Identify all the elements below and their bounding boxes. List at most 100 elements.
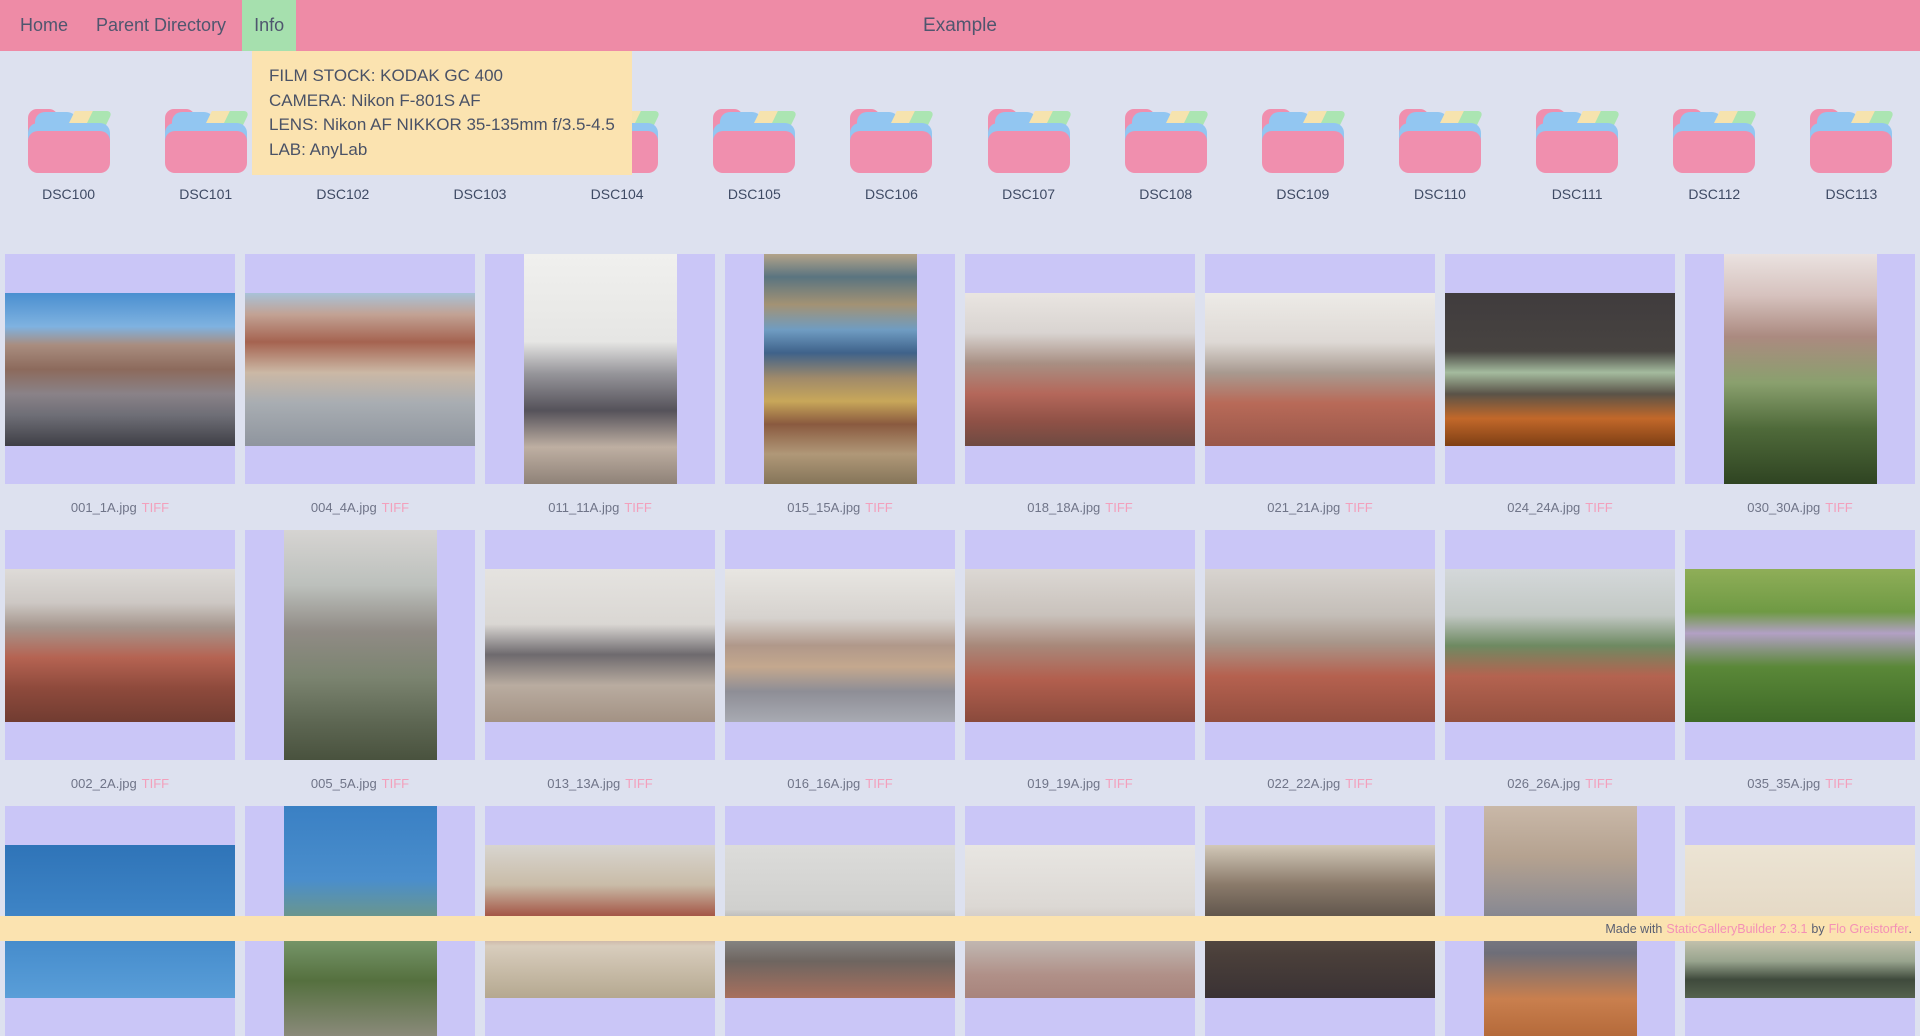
folder-item[interactable]: DSC110: [1371, 109, 1508, 202]
photo-thumbnail[interactable]: [1205, 569, 1435, 722]
tiff-link[interactable]: TIFF: [1825, 500, 1852, 515]
photo-thumbnail[interactable]: [1445, 293, 1675, 446]
gallery-item: 004_4A.jpgTIFF: [245, 254, 475, 530]
photo-caption: 030_30A.jpg TIFF: [1685, 484, 1915, 530]
photo-thumbnail[interactable]: [1685, 569, 1915, 722]
gallery-item: 013_13A.jpgTIFF: [485, 530, 715, 806]
gallery-card[interactable]: [1205, 530, 1435, 760]
gallery-card[interactable]: [1445, 530, 1675, 760]
footer-link-static-gallery-builder[interactable]: StaticGalleryBuilder 2.3.1: [1666, 922, 1807, 936]
tiff-link[interactable]: TIFF: [625, 776, 652, 791]
tiff-link[interactable]: TIFF: [1105, 776, 1132, 791]
photo-thumbnail[interactable]: [5, 293, 235, 446]
gallery-item: 016_16A.jpgTIFF: [725, 530, 955, 806]
gallery-item: 030_30A.jpg TIFF: [1685, 254, 1915, 530]
folder-icon: [1125, 109, 1207, 173]
photo-thumbnail[interactable]: [725, 569, 955, 722]
footer-link-author[interactable]: Flo Greistorfer: [1829, 922, 1909, 936]
tiff-link[interactable]: TIFF: [865, 776, 892, 791]
tiff-link[interactable]: TIFF: [142, 500, 169, 515]
tiff-link[interactable]: TIFF: [1585, 776, 1612, 791]
tiff-link[interactable]: TIFF: [382, 776, 409, 791]
gallery-card[interactable]: [245, 254, 475, 484]
gallery-card[interactable]: [725, 254, 955, 484]
folder-item[interactable]: DSC113: [1783, 109, 1920, 202]
photo-filename: 024_24A.jpg: [1507, 500, 1580, 515]
folder-item[interactable]: DSC111: [1509, 109, 1646, 202]
photo-thumbnail[interactable]: [1205, 293, 1435, 446]
footer-made-with-text: Made with: [1605, 922, 1662, 936]
photo-thumbnail[interactable]: [284, 530, 437, 760]
folder-label: DSC113: [1825, 186, 1877, 202]
folder-item[interactable]: DSC112: [1646, 109, 1783, 202]
tiff-link[interactable]: TIFF: [382, 500, 409, 515]
tiff-link[interactable]: TIFF: [1345, 776, 1372, 791]
folder-item[interactable]: DSC108: [1097, 109, 1234, 202]
gallery-card[interactable]: [725, 530, 955, 760]
folder-icon: [850, 109, 932, 173]
photo-thumbnail[interactable]: [245, 293, 475, 446]
gallery-card[interactable]: [1205, 254, 1435, 484]
tiff-link[interactable]: TIFF: [624, 500, 651, 515]
gallery-card[interactable]: [965, 254, 1195, 484]
gallery-card[interactable]: [1685, 254, 1915, 484]
photo-thumbnail[interactable]: [524, 254, 677, 484]
footer-period-text: .: [1909, 922, 1912, 936]
folder-icon: [165, 109, 247, 173]
gallery-card[interactable]: [485, 530, 715, 760]
tiff-link[interactable]: TIFF: [1105, 500, 1132, 515]
folder-label: DSC105: [728, 186, 781, 202]
gallery-item: 002_2A.jpgTIFF: [5, 530, 235, 806]
photo-caption: 021_21A.jpg TIFF: [1205, 484, 1435, 530]
gallery-card[interactable]: [1685, 530, 1915, 760]
nav-item-home[interactable]: Home: [8, 0, 80, 51]
folder-item[interactable]: DSC100: [0, 109, 137, 202]
photo-filename: 018_18A.jpg: [1027, 500, 1100, 515]
gallery-card[interactable]: [965, 530, 1195, 760]
gallery-card[interactable]: [5, 530, 235, 760]
photo-caption: 015_15A.jpg TIFF: [725, 484, 955, 530]
tiff-link[interactable]: TIFF: [865, 500, 892, 515]
photo-caption: 005_5A.jpgTIFF: [245, 760, 475, 806]
footer: Made with StaticGalleryBuilder 2.3.1 by …: [0, 916, 1920, 941]
folder-label: DSC110: [1414, 186, 1466, 202]
folder-label: DSC111: [1552, 186, 1603, 202]
photo-thumbnail[interactable]: [965, 569, 1195, 722]
tiff-link[interactable]: TIFF: [1345, 500, 1372, 515]
nav-item-parent-directory[interactable]: Parent Directory: [84, 0, 238, 51]
photo-thumbnail[interactable]: [1445, 569, 1675, 722]
photo-thumbnail[interactable]: [1724, 254, 1877, 484]
page-title: Example: [923, 0, 997, 51]
folder-label: DSC112: [1688, 186, 1740, 202]
gallery-card[interactable]: [5, 254, 235, 484]
folder-label: DSC100: [42, 186, 95, 202]
folder-item[interactable]: DSC105: [686, 109, 823, 202]
folder-item[interactable]: DSC107: [960, 109, 1097, 202]
info-tooltip: FILM STOCK: KODAK GC 400 CAMERA: Nikon F…: [252, 51, 632, 175]
folder-icon: [1399, 109, 1481, 173]
photo-filename: 021_21A.jpg: [1267, 500, 1340, 515]
folder-label: DSC106: [865, 186, 918, 202]
photo-thumbnail[interactable]: [965, 293, 1195, 446]
gallery-card[interactable]: [245, 530, 475, 760]
photo-thumbnail[interactable]: [764, 254, 917, 484]
photo-thumbnail[interactable]: [5, 569, 235, 722]
nav-item-info[interactable]: Info: [242, 0, 296, 51]
photo-filename: 030_30A.jpg: [1747, 500, 1820, 515]
photo-thumbnail[interactable]: [485, 569, 715, 722]
photo-filename: 019_19A.jpg: [1027, 776, 1100, 791]
folder-icon-part: [1399, 131, 1481, 173]
photo-caption: 035_35A.jpgTIFF: [1685, 760, 1915, 806]
photo-caption: 018_18A.jpg TIFF: [965, 484, 1195, 530]
gallery-item: 035_35A.jpgTIFF: [1685, 530, 1915, 806]
photo-filename: 015_15A.jpg: [787, 500, 860, 515]
gallery-item: 018_18A.jpg TIFF: [965, 254, 1195, 530]
folder-item[interactable]: DSC109: [1234, 109, 1371, 202]
tiff-link[interactable]: TIFF: [1825, 776, 1852, 791]
tiff-link[interactable]: TIFF: [142, 776, 169, 791]
gallery-card[interactable]: [1445, 254, 1675, 484]
photo-caption: 024_24A.jpg TIFF: [1445, 484, 1675, 530]
tiff-link[interactable]: TIFF: [1585, 500, 1612, 515]
folder-item[interactable]: DSC106: [823, 109, 960, 202]
gallery-card[interactable]: [485, 254, 715, 484]
